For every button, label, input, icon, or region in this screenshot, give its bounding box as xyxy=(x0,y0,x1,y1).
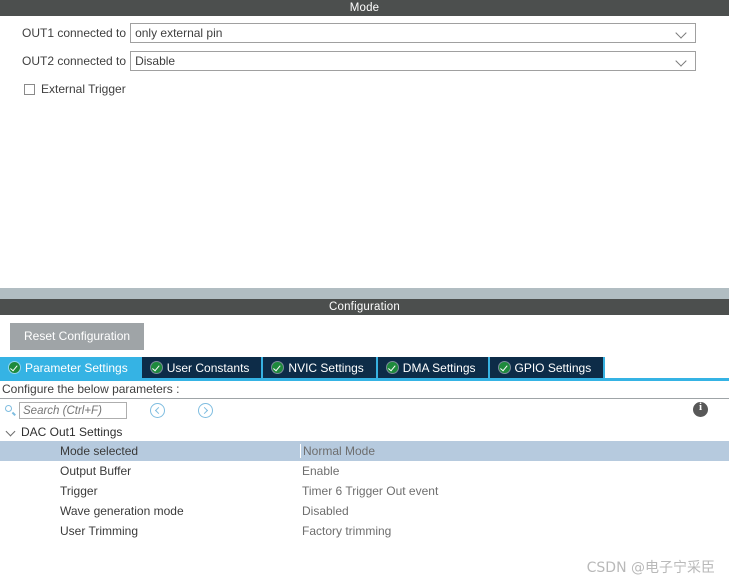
chevron-down-icon[interactable] xyxy=(5,426,16,437)
table-row[interactable]: Output Buffer Enable xyxy=(0,461,729,481)
search-icon xyxy=(4,404,17,417)
param-value[interactable]: Factory trimming xyxy=(300,524,729,538)
configuration-panel-title: Configuration xyxy=(328,301,400,313)
search-input[interactable] xyxy=(19,402,127,419)
watermark: CSDN @电子宁采臣 xyxy=(586,560,715,576)
chevron-left-circle-icon[interactable] xyxy=(150,403,165,418)
param-value[interactable]: Disabled xyxy=(300,504,729,518)
green-check-icon xyxy=(9,362,20,373)
configure-hint: Configure the below parameters : xyxy=(0,381,729,399)
param-value[interactable]: Timer 6 Trigger Out event xyxy=(300,484,729,498)
out1-field-row: OUT1 connected to only external pin xyxy=(22,22,729,44)
out2-selected-value: Disable xyxy=(135,54,176,68)
reset-configuration-toolbar: Reset Configuration xyxy=(0,315,729,357)
parameter-tree: DAC Out1 Settings Mode selected Normal M… xyxy=(0,422,729,541)
info-icon[interactable] xyxy=(693,401,708,417)
tree-group-label: DAC Out1 Settings xyxy=(21,424,123,439)
table-row[interactable]: Trigger Timer 6 Trigger Out event xyxy=(0,481,729,501)
out1-label: OUT1 connected to xyxy=(22,26,127,40)
chevron-down-icon xyxy=(673,52,691,70)
tab-user-constants-label: User Constants xyxy=(166,360,250,375)
out2-connected-to-select[interactable]: Disable xyxy=(130,51,697,71)
param-value[interactable]: Enable xyxy=(300,464,729,478)
green-check-icon xyxy=(272,362,284,373)
configuration-panel-header: Configuration xyxy=(0,299,729,315)
tab-gpio-settings-label: GPIO Settings xyxy=(514,360,592,375)
chevron-right-circle-icon[interactable] xyxy=(198,403,213,418)
table-row[interactable]: User Trimming Factory trimming xyxy=(0,521,729,541)
param-name: Trigger xyxy=(60,484,98,498)
param-name: Output Buffer xyxy=(60,464,132,478)
green-check-icon xyxy=(498,362,510,373)
out1-connected-to-select[interactable]: only external pin xyxy=(130,23,697,43)
mode-panel-body: OUT1 connected to only external pin OUT2… xyxy=(0,22,729,288)
settings-tabbar: Parameter Settings User Constants NVIC S… xyxy=(0,357,729,378)
tab-parameter-settings[interactable]: Parameter Settings xyxy=(0,357,142,378)
param-value[interactable]: Normal Mode xyxy=(300,444,729,458)
table-row[interactable]: Wave generation mode Disabled xyxy=(0,501,729,521)
tab-parameter-settings-label: Parameter Settings xyxy=(25,360,128,375)
out2-field-row: OUT2 connected to Disable xyxy=(22,50,729,72)
tab-dma-settings[interactable]: DMA Settings xyxy=(377,357,490,378)
out1-selected-value: only external pin xyxy=(135,26,223,40)
tab-dma-settings-label: DMA Settings xyxy=(402,360,476,375)
mode-panel-header: Mode xyxy=(0,0,729,16)
tab-nvic-settings[interactable]: NVIC Settings xyxy=(263,357,378,378)
green-check-icon xyxy=(150,362,162,373)
param-name: Wave generation mode xyxy=(60,504,184,518)
external-trigger-label: External Trigger xyxy=(41,82,126,96)
tab-user-constants[interactable]: User Constants xyxy=(141,357,264,378)
parameter-search-row xyxy=(0,399,729,422)
out2-label: OUT2 connected to xyxy=(22,54,127,68)
green-check-icon xyxy=(386,362,398,373)
mode-panel-title: Mode xyxy=(349,2,380,14)
reset-configuration-button[interactable]: Reset Configuration xyxy=(10,323,145,350)
param-name: User Trimming xyxy=(60,524,139,538)
table-row[interactable]: Mode selected Normal Mode xyxy=(0,441,729,461)
tree-group-dac-out1-settings[interactable]: DAC Out1 Settings xyxy=(0,422,729,441)
tab-nvic-settings-label: NVIC Settings xyxy=(288,360,364,375)
panel-divider xyxy=(0,288,729,299)
chevron-down-icon xyxy=(673,24,691,42)
param-name: Mode selected xyxy=(60,444,139,458)
external-trigger-row[interactable]: External Trigger xyxy=(24,81,729,97)
configuration-panel-body: Reset Configuration Parameter Settings U… xyxy=(0,315,729,541)
external-trigger-checkbox[interactable] xyxy=(24,83,35,95)
tab-gpio-settings[interactable]: GPIO Settings xyxy=(489,357,606,378)
